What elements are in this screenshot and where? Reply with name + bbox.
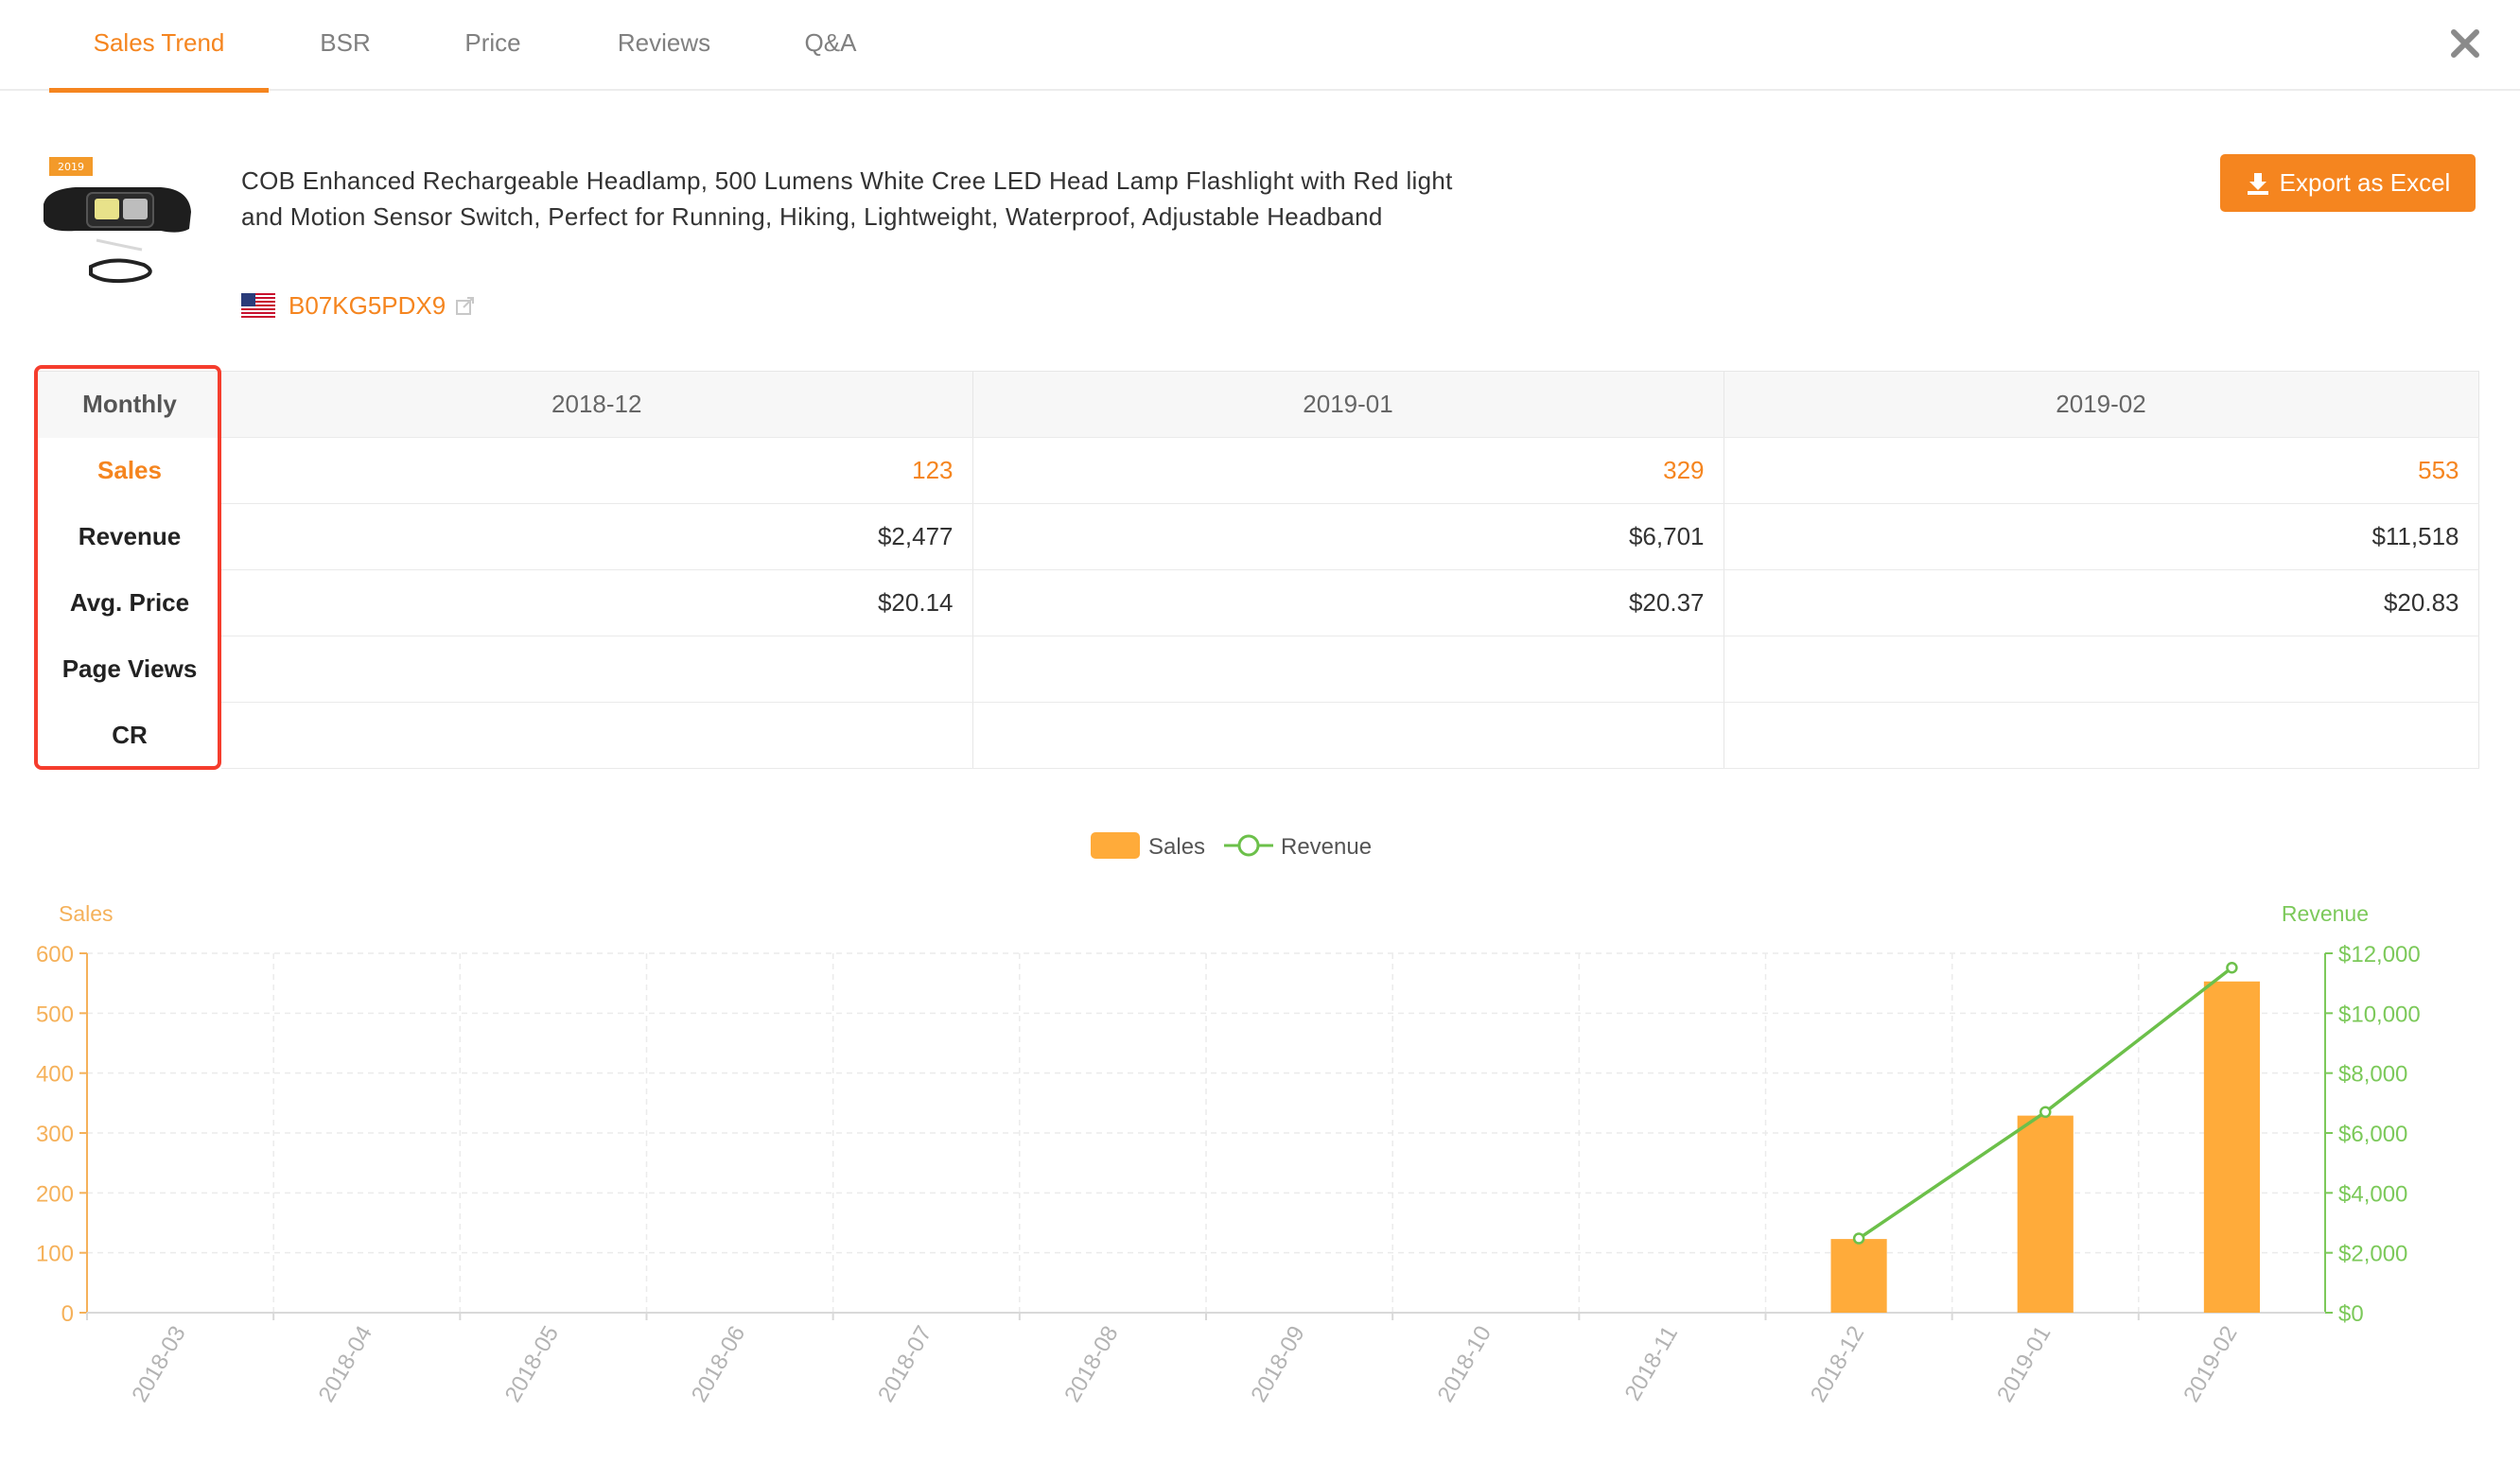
sales-bar[interactable] (2203, 981, 2260, 1313)
right-axis-tick-label: $12,000 (2338, 942, 2421, 967)
revenue-point[interactable] (1852, 1232, 1865, 1245)
left-axis-tick-label: 0 (61, 1301, 74, 1327)
us-flag-icon (241, 293, 275, 318)
right-axis-tick-label: $8,000 (2338, 1062, 2407, 1088)
x-axis-tick-label: 2018-10 (1433, 1322, 1496, 1407)
table-header-month: 2019-02 (1724, 371, 2479, 438)
table-row-cr: CR (38, 702, 2479, 769)
table-header-row: Monthly 2018-12 2019-01 2019-02 (38, 371, 2479, 438)
table-cell: $2,477 (221, 503, 973, 570)
table-header-month: 2018-12 (221, 371, 973, 438)
tab-bsr[interactable]: BSR (305, 0, 386, 91)
product-image[interactable]: 2019 (38, 155, 195, 297)
table-cell (1724, 702, 2479, 769)
table-row-revenue: Revenue $2,477 $6,701 $11,518 (38, 503, 2479, 570)
export-excel-button[interactable]: Export as Excel (2220, 154, 2476, 212)
sales-revenue-chart: Sales Revenue Sales Revenue 0 $0 100 $2,000 200 $… (36, 832, 2421, 1407)
right-axis-tick-label: $6,000 (2338, 1122, 2407, 1147)
legend-sales-label: Sales (1148, 834, 1205, 860)
export-button-label: Export as Excel (2279, 168, 2451, 197)
left-axis-tick-label: 200 (36, 1181, 74, 1207)
row-label-revenue: Revenue (78, 522, 182, 550)
x-axis-tick-label: 2018-07 (873, 1322, 936, 1407)
year-badge-text: 2019 (58, 161, 84, 173)
table-row-page-views: Page Views (38, 636, 2479, 703)
tab-sales-trend[interactable]: Sales Trend (49, 0, 269, 93)
table-cell: $20.14 (221, 569, 973, 636)
x-axis-tick-label: 2018-03 (127, 1322, 190, 1407)
table-cell: $20.83 (1724, 569, 2479, 636)
table-cell: $11,518 (1724, 503, 2479, 570)
monthly-data-table: Monthly 2018-12 2019-01 2019-02 Sales 12… (38, 371, 2479, 769)
tab-bar: Sales Trend BSR Price Reviews Q&A (0, 0, 2520, 93)
tab-reviews[interactable]: Reviews (604, 0, 725, 91)
x-axis-tick-label: 2018-12 (1806, 1322, 1869, 1407)
left-axis-title: Sales (59, 901, 114, 926)
x-axis-tick-label: 2019-01 (1992, 1322, 2056, 1407)
left-axis-tick-label: 600 (36, 942, 74, 967)
legend-revenue-label: Revenue (1281, 834, 1372, 860)
table-cell (221, 702, 973, 769)
table-row-avg-price: Avg. Price $20.14 $20.37 $20.83 (38, 569, 2479, 636)
sales-bar[interactable] (1830, 1239, 1887, 1313)
left-axis-tick-label: 300 (36, 1122, 74, 1147)
right-axis-tick-label: $10,000 (2338, 1002, 2421, 1027)
external-link-icon[interactable] (455, 295, 476, 316)
revenue-point[interactable] (2039, 1106, 2052, 1119)
asin-link[interactable]: B07KG5PDX9 (289, 291, 446, 321)
table-cell (972, 636, 1724, 703)
table-cell (1724, 636, 2479, 703)
legend-revenue-marker[interactable] (1237, 834, 1260, 857)
right-axis-tick-label: $0 (2338, 1301, 2364, 1327)
revenue-point[interactable] (2226, 962, 2238, 974)
table-cell (972, 702, 1724, 769)
table-row-sales: Sales 123 329 553 (38, 437, 2479, 504)
row-label-sales: Sales (97, 456, 162, 484)
row-label-cr: CR (112, 721, 148, 749)
sales-bar[interactable] (2017, 1115, 2074, 1313)
table-cell: $6,701 (972, 503, 1724, 570)
x-axis-tick-label: 2018-09 (1246, 1322, 1309, 1407)
left-axis-tick-label: 400 (36, 1062, 74, 1088)
x-axis-tick-label: 2018-04 (314, 1322, 377, 1407)
table-cell (221, 636, 973, 703)
right-axis-tick-label: $4,000 (2338, 1181, 2407, 1207)
tab-qa[interactable]: Q&A (793, 0, 868, 91)
table-cell: 329 (972, 437, 1724, 504)
legend-sales-swatch[interactable] (1091, 832, 1140, 859)
product-title: COB Enhanced Rechargeable Headlamp, 500 … (241, 166, 1453, 231)
x-axis-tick-label: 2018-11 (1620, 1322, 1684, 1405)
table-cell: $20.37 (972, 569, 1724, 636)
x-axis-tick-label: 2018-08 (1059, 1322, 1123, 1407)
right-axis-title: Revenue (2282, 901, 2369, 926)
table-cell: 123 (221, 437, 973, 504)
asin-row: B07KG5PDX9 (241, 289, 476, 322)
left-axis-tick-label: 500 (36, 1002, 74, 1027)
row-label-avg-price: Avg. Price (69, 588, 190, 617)
download-icon (2247, 172, 2268, 195)
x-axis-tick-label: 2019-02 (2179, 1322, 2242, 1407)
x-axis-tick-label: 2018-05 (500, 1322, 564, 1407)
left-axis-tick-label: 100 (36, 1242, 74, 1267)
table-header-monthly: Monthly (38, 371, 221, 438)
table-header-month: 2019-01 (972, 371, 1724, 438)
tab-price[interactable]: Price (445, 0, 541, 91)
close-icon[interactable] (2446, 25, 2484, 62)
row-label-page-views: Page Views (61, 654, 198, 683)
x-axis-tick-label: 2018-06 (687, 1322, 750, 1407)
right-axis-tick-label: $2,000 (2338, 1242, 2407, 1267)
table-cell: 553 (1724, 437, 2479, 504)
